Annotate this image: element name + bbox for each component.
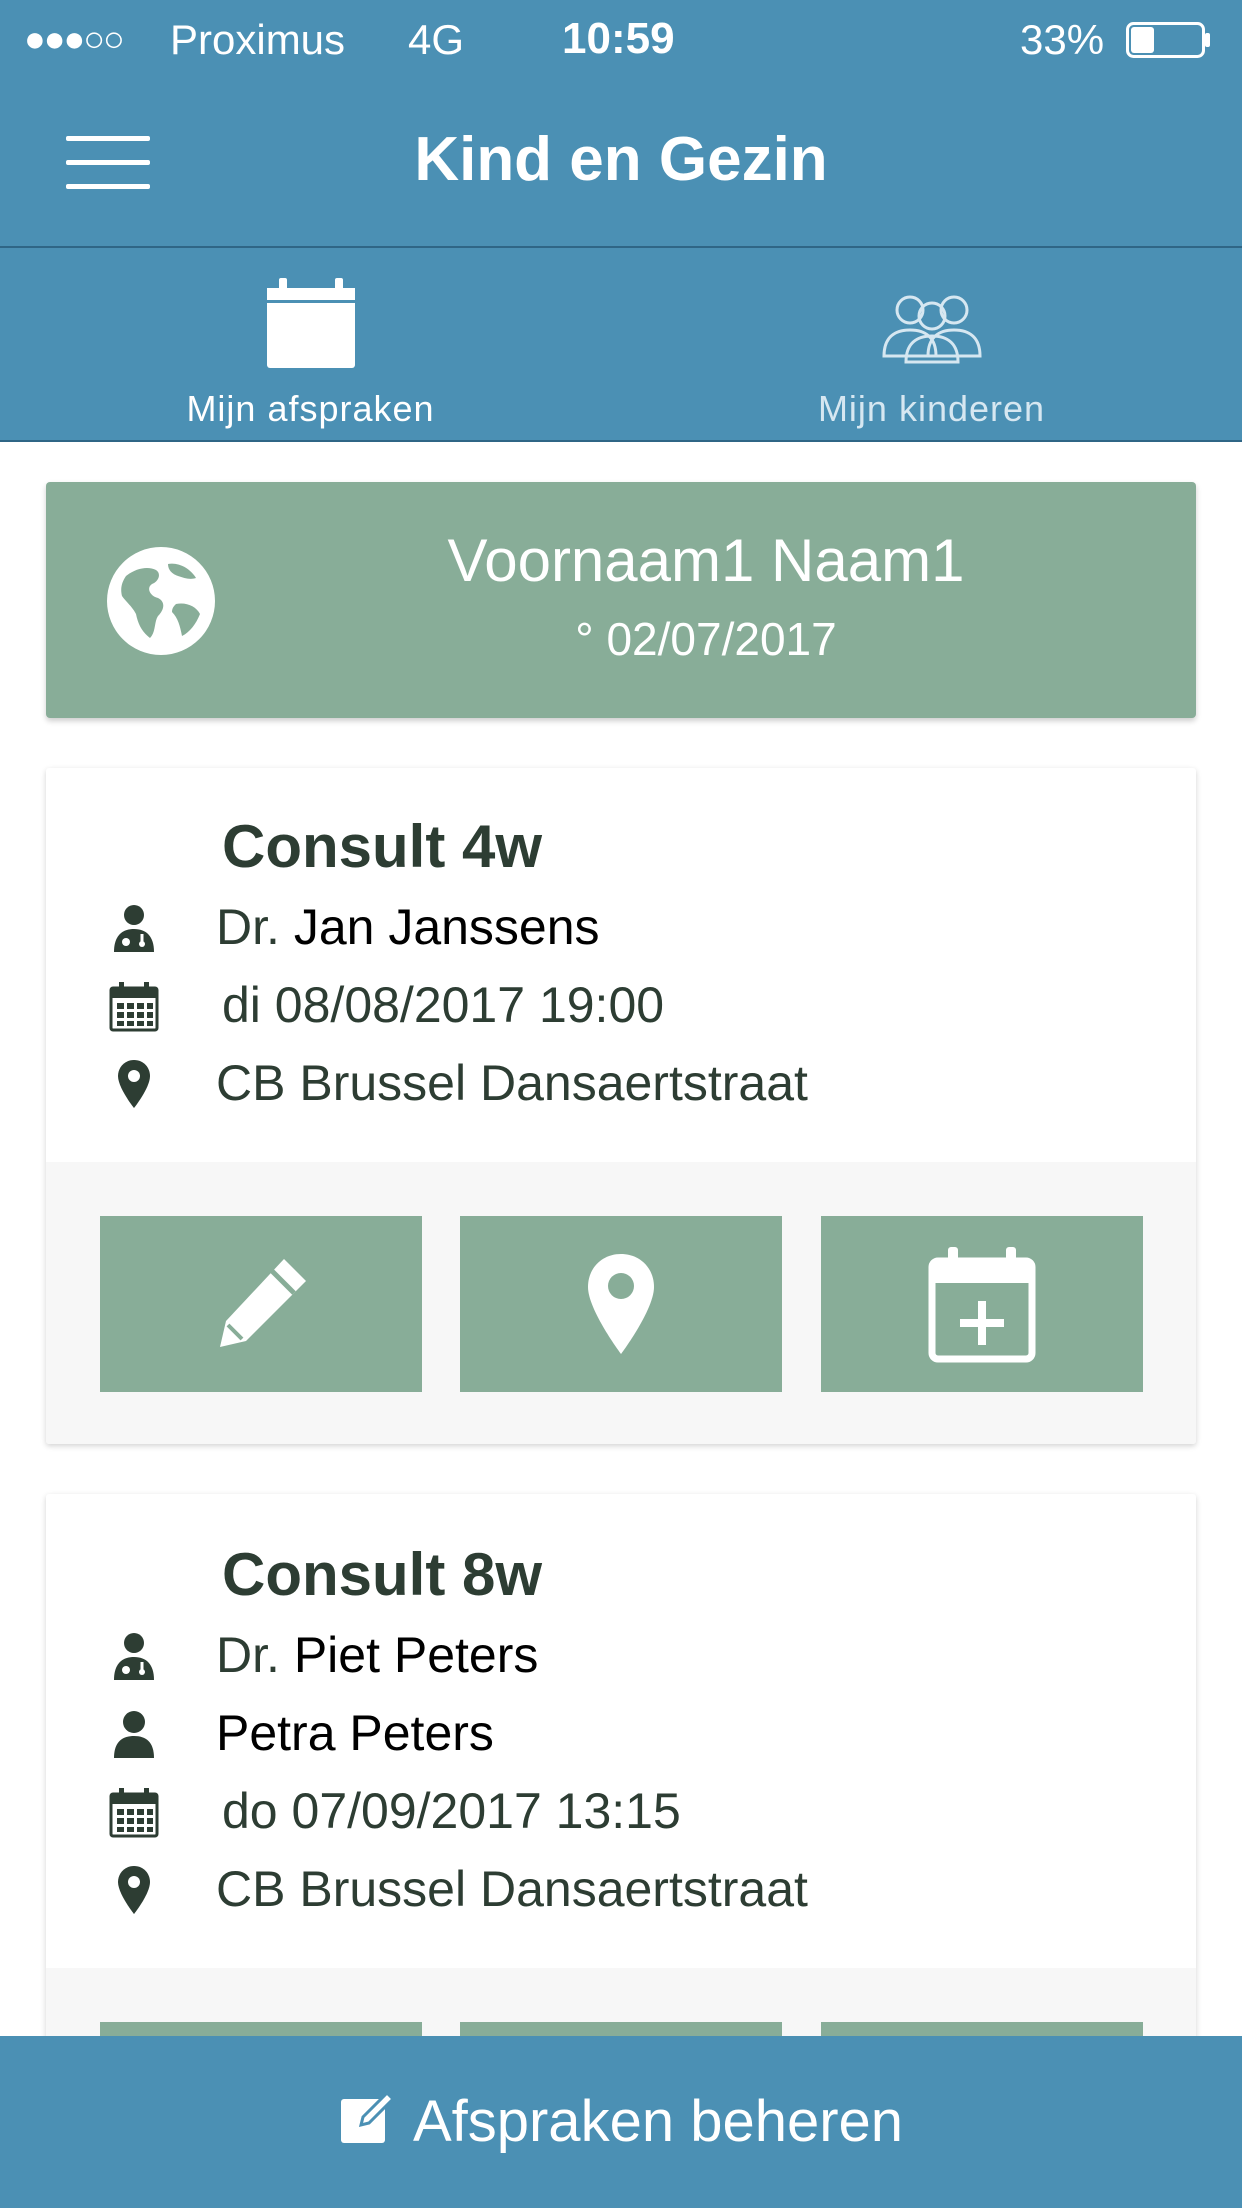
child-birthdate: ° 02/07/2017 — [575, 613, 837, 665]
child-profile-card[interactable]: Voornaam1 Naam1 ° 02/07/2017 — [46, 482, 1196, 718]
doctor-icon — [114, 1633, 154, 1680]
doctor-icon — [114, 905, 154, 952]
network-type: 4G — [408, 16, 465, 63]
pencil-icon — [220, 1259, 306, 1347]
doctor-name: Piet Peters — [293, 1627, 539, 1683]
globe-icon — [107, 547, 215, 655]
person-row: Petra Peters — [46, 1698, 1196, 1768]
doctor-name: Jan Janssens — [293, 899, 600, 955]
tab-label: Mijn afspraken — [186, 388, 435, 429]
location-row: CB Brussel Dansaertstraat — [46, 1048, 1196, 1118]
appointment-card[interactable]: Consult 8w Dr. Piet Peters Petra Peters — [46, 1494, 1196, 2054]
doctor-prefix: Dr. — [216, 899, 280, 955]
app-title: Kind en Gezin — [414, 125, 828, 194]
footer-label: Afspraken beheren — [412, 2089, 904, 2154]
edit-square-icon — [340, 2090, 396, 2143]
location-pin-icon — [118, 1060, 150, 1108]
appointment-location: CB Brussel Dansaertstraat — [216, 1055, 808, 1111]
appointment-datetime: di 08/08/2017 19:00 — [222, 977, 665, 1033]
tab-mijn-kinderen[interactable]: Mijn kinderen — [621, 248, 1242, 440]
battery-icon — [1126, 22, 1210, 58]
location-pin-icon — [118, 1866, 150, 1914]
status-bar: ●●●○○ Proximus 4G 10:59 33% — [0, 0, 1242, 80]
doctor-prefix: Dr. — [216, 1627, 280, 1683]
appointment-actions — [46, 1162, 1196, 1444]
location-row: CB Brussel Dansaertstraat — [46, 1854, 1196, 1924]
battery-percentage: 33% — [1020, 16, 1105, 63]
carrier-name: Proximus — [170, 16, 346, 63]
calendar-grid-icon — [109, 982, 159, 1032]
people-icon — [881, 295, 982, 364]
appointment-card[interactable]: Consult 4w Dr. Jan Janssens di 08/08/201… — [46, 768, 1196, 1444]
datetime-row: di 08/08/2017 19:00 — [46, 970, 1196, 1040]
person-icon — [114, 1711, 154, 1758]
add-to-calendar-button[interactable] — [821, 1216, 1143, 1392]
doctor-row: Dr. Piet Peters — [46, 1620, 1196, 1690]
appointment-location: CB Brussel Dansaertstraat — [216, 1861, 808, 1917]
child-name: Voornaam1 Naam1 — [447, 527, 965, 594]
app-header: Kind en Gezin — [0, 80, 1242, 248]
calendar-grid-icon — [109, 1788, 159, 1838]
route-button[interactable] — [460, 1216, 782, 1392]
edit-appointment-button[interactable] — [100, 1216, 422, 1392]
datetime-row: do 07/09/2017 13:15 — [46, 1776, 1196, 1846]
appointment-title: Consult 4w — [222, 813, 543, 880]
calendar-icon — [266, 278, 355, 368]
tab-bar: Mijn afspraken Mijn kinderen — [0, 248, 1242, 442]
tab-mijn-afspraken[interactable]: Mijn afspraken — [0, 248, 621, 440]
manage-appointments-button[interactable]: Afspraken beheren — [0, 2036, 1242, 2208]
signal-strength: ●●●○○ — [24, 18, 125, 59]
status-time: 10:59 — [562, 14, 675, 63]
map-pin-icon — [588, 1254, 654, 1354]
doctor-row: Dr. Jan Janssens — [46, 892, 1196, 962]
appointment-datetime: do 07/09/2017 13:15 — [222, 1783, 681, 1839]
tab-label: Mijn kinderen — [817, 388, 1046, 429]
calendar-plus-icon — [928, 1247, 1036, 1363]
person-name: Petra Peters — [216, 1705, 494, 1761]
appointment-title: Consult 8w — [222, 1541, 543, 1608]
